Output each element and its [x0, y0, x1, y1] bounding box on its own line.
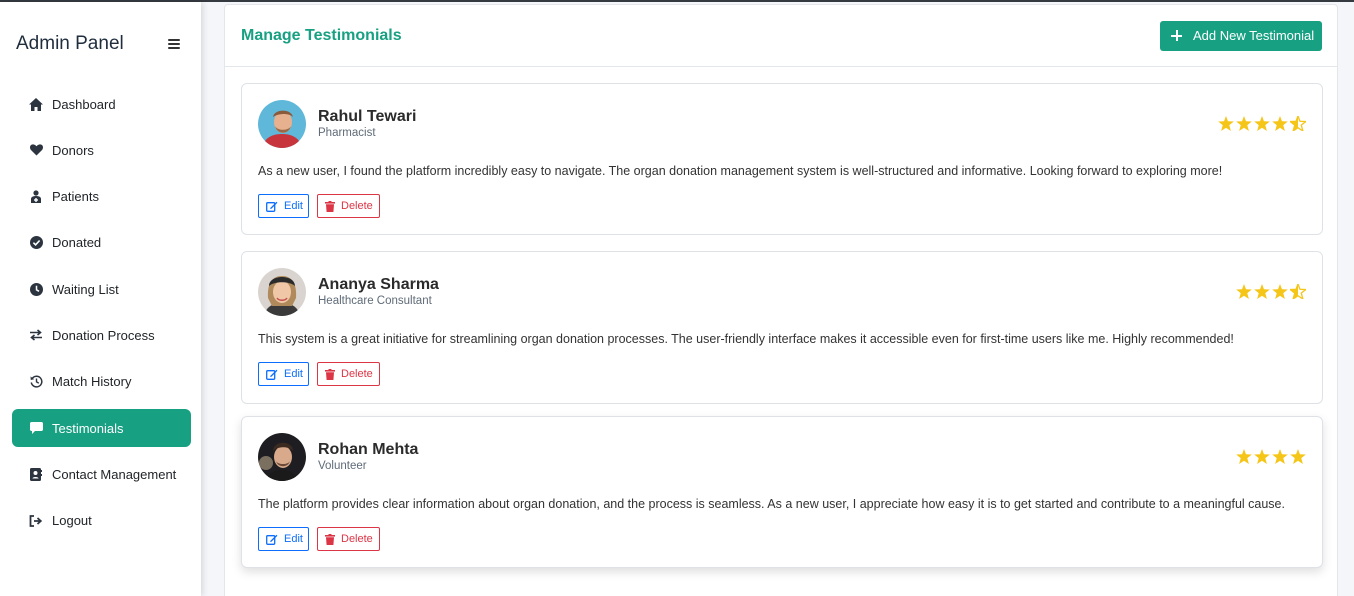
add-testimonial-label: Add New Testimonial [1193, 28, 1315, 43]
page-title: Manage Testimonials [241, 26, 402, 44]
star-icon [1272, 449, 1288, 464]
testimonial-card: Rahul Tewari Pharmacist As a new user, I… [241, 83, 1323, 235]
card-header: Manage Testimonials Add New Testimonial [225, 5, 1337, 67]
avatar [258, 100, 306, 148]
avatar [258, 268, 306, 316]
sidebar-item-label: Waiting List [52, 281, 119, 297]
rating-stars [1216, 116, 1306, 131]
sidebar-item-logout[interactable]: Logout [12, 502, 191, 540]
trash-icon [325, 368, 335, 380]
sidebar-item-dashboard[interactable]: Dashboard [12, 85, 191, 123]
history-icon [29, 375, 43, 389]
delete-label: Delete [341, 200, 373, 212]
sidebar-item-donated[interactable]: Donated [12, 224, 191, 262]
exchange-icon [29, 328, 43, 342]
testimonial-name: Ananya Sharma [318, 276, 439, 293]
edit-icon [266, 534, 278, 545]
sidebar-item-donation-process[interactable]: Donation Process [12, 316, 191, 354]
testimonial-actions: Edit Delete [258, 194, 388, 218]
edit-icon [266, 201, 278, 212]
sidebar-item-contact-management[interactable]: Contact Management [12, 455, 191, 493]
sidebar-item-label: Dashboard [52, 96, 116, 112]
testimonial-text: As a new user, I found the platform incr… [258, 164, 1223, 178]
brand-title: Admin Panel [16, 33, 124, 54]
sidebar-item-label: Testimonials [52, 420, 124, 436]
edit-label: Edit [284, 368, 303, 380]
sidebar-item-label: Match History [52, 374, 132, 390]
star-icon [1236, 449, 1252, 464]
testimonials-card: Manage Testimonials Add New Testimonial … [224, 4, 1338, 596]
sidebar-nav: Dashboard Donors Patients Donated Waitin… [12, 85, 191, 548]
sidebar-item-label: Logout [52, 513, 92, 529]
delete-label: Delete [341, 368, 373, 380]
sidebar-item-donors[interactable]: Donors [12, 131, 191, 169]
comment-icon [29, 421, 43, 435]
star-icon [1272, 284, 1288, 299]
delete-button[interactable]: Delete [317, 362, 380, 386]
star-half-icon [1290, 116, 1306, 131]
star-icon [1272, 116, 1288, 131]
star-half-icon [1290, 284, 1306, 299]
sidebar-item-label: Donated [52, 235, 102, 251]
edit-button[interactable]: Edit [258, 362, 309, 386]
testimonial-name: Rohan Mehta [318, 441, 419, 458]
sidebar-item-label: Patients [52, 189, 99, 205]
testimonial-role: Pharmacist [318, 127, 376, 139]
testimonial-card: Ananya Sharma Healthcare Consultant This… [241, 251, 1323, 404]
edit-icon [266, 369, 278, 380]
star-icon [1236, 116, 1252, 131]
sidebar-item-label: Contact Management [52, 466, 177, 482]
clock-icon [29, 282, 43, 296]
testimonial-actions: Edit Delete [258, 362, 388, 386]
edit-button[interactable]: Edit [258, 194, 309, 218]
delete-button[interactable]: Delete [317, 194, 380, 218]
testimonial-role: Healthcare Consultant [318, 295, 432, 307]
sidebar-item-label: Donors [52, 142, 94, 158]
testimonial-actions: Edit Delete [258, 527, 388, 551]
rating-stars [1234, 284, 1306, 299]
testimonial-text: This system is a great initiative for st… [258, 332, 1234, 346]
patient-icon [29, 190, 43, 204]
heart-icon [29, 143, 43, 157]
sidebar-header: Admin Panel [16, 32, 186, 56]
star-icon [1254, 284, 1270, 299]
menu-toggle-icon[interactable] [168, 39, 180, 49]
edit-label: Edit [284, 533, 303, 545]
logout-icon [29, 514, 43, 528]
star-icon [1236, 284, 1252, 299]
sidebar: Admin Panel Dashboard Donors Patients Do… [0, 2, 201, 596]
trash-icon [325, 533, 335, 545]
sidebar-item-testimonials[interactable]: Testimonials [12, 409, 191, 448]
star-icon [1218, 116, 1234, 131]
delete-label: Delete [341, 533, 373, 545]
sidebar-item-waiting-list[interactable]: Waiting List [12, 270, 191, 308]
edit-button[interactable]: Edit [258, 527, 309, 551]
top-border [0, 0, 1354, 2]
delete-button[interactable]: Delete [317, 527, 380, 551]
add-testimonial-button[interactable]: Add New Testimonial [1160, 20, 1322, 51]
avatar [258, 433, 306, 481]
address-book-icon [29, 467, 43, 481]
trash-icon [325, 200, 335, 212]
check-circle-icon [29, 236, 43, 250]
edit-label: Edit [284, 200, 303, 212]
star-icon [1290, 449, 1306, 464]
sidebar-item-match-history[interactable]: Match History [12, 363, 191, 401]
sidebar-item-label: Donation Process [52, 327, 155, 343]
testimonial-role: Volunteer [318, 460, 367, 472]
star-icon [1254, 116, 1270, 131]
plus-icon [1171, 30, 1182, 41]
sidebar-item-patients[interactable]: Patients [12, 178, 191, 216]
testimonial-name: Rahul Tewari [318, 108, 417, 125]
home-icon [29, 97, 43, 111]
testimonial-text: The platform provides clear information … [258, 497, 1285, 511]
star-icon [1254, 449, 1270, 464]
testimonial-card: Rohan Mehta Volunteer The platform provi… [241, 416, 1323, 568]
rating-stars [1234, 449, 1306, 464]
